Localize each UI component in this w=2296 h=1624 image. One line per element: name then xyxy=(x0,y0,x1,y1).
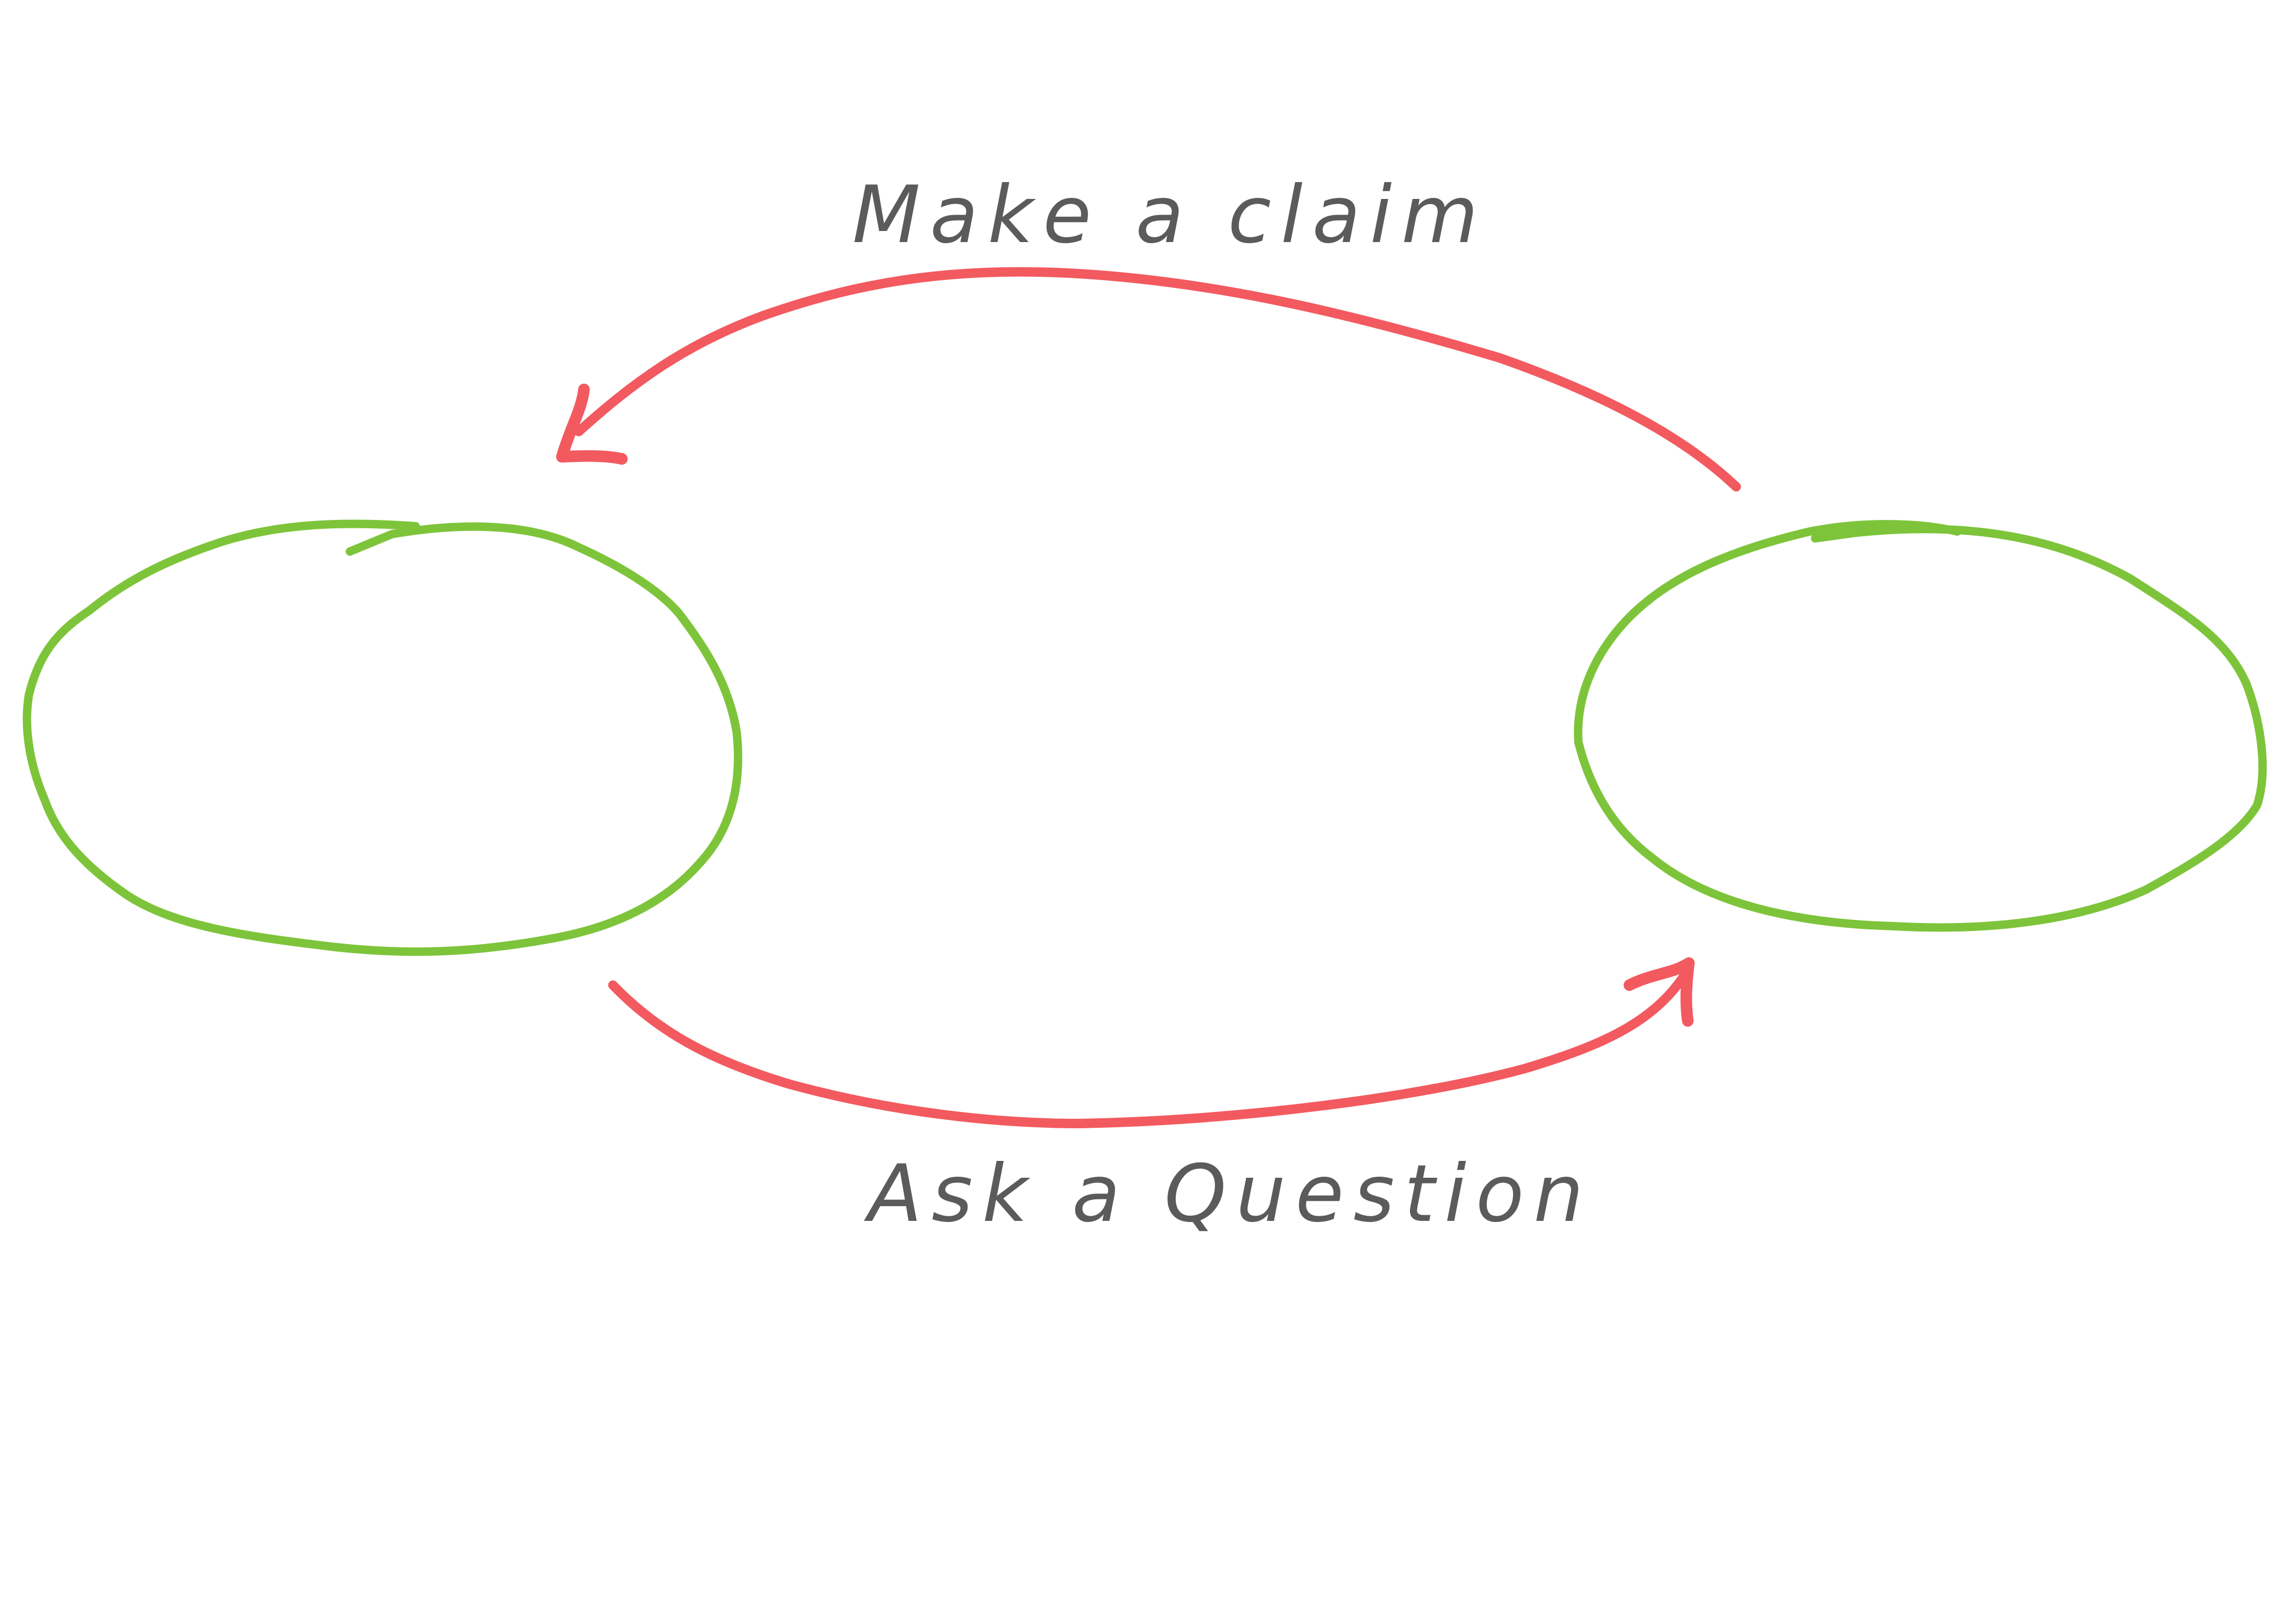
node-left xyxy=(23,519,742,956)
edge-bottom: Ask a Question xyxy=(608,957,1695,1240)
edge-bottom-label: Ask a Question xyxy=(864,1148,1593,1240)
edge-bottom-line xyxy=(608,964,1694,1128)
diagram-canvas: Make a claim Ask a Question xyxy=(0,0,2296,1624)
node-right-outline xyxy=(1574,520,2267,932)
edge-top-line xyxy=(574,267,1741,492)
node-left-outline xyxy=(23,519,742,956)
node-right xyxy=(1574,520,2267,932)
edge-bottom-arrowhead xyxy=(1624,957,1695,1027)
edge-top: Make a claim xyxy=(556,169,1741,492)
flow-diagram: Make a claim Ask a Question xyxy=(23,169,2267,1240)
edge-top-label: Make a claim xyxy=(852,169,1488,261)
